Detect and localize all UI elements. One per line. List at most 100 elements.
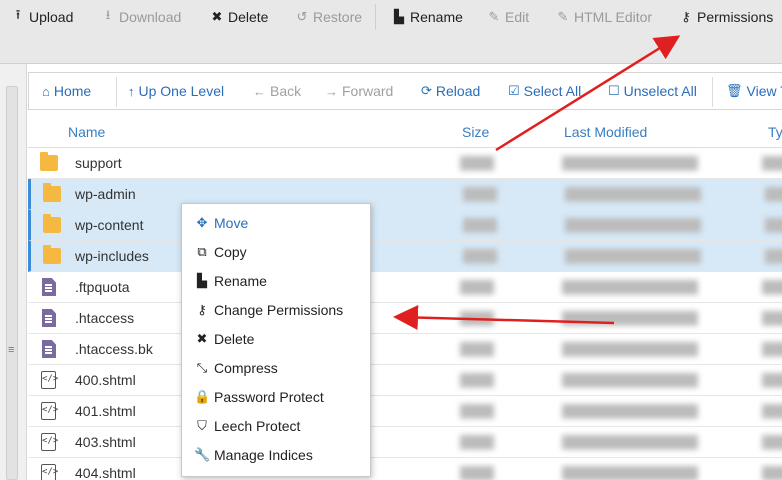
blurred-modified: ████████████████ <box>562 435 699 449</box>
file-name[interactable]: 400.shtml <box>75 372 136 388</box>
column-header-last-modified[interactable]: Last Modified <box>564 124 647 140</box>
close-icon: ✖ <box>211 9 223 24</box>
column-header-type[interactable]: Ty <box>768 124 782 140</box>
table-row[interactable]: .htaccess.bk███████████████████████ <box>28 334 782 365</box>
delete-button[interactable]: ✖ Delete <box>210 7 269 27</box>
view-trash-button[interactable]: 🗑View T <box>726 83 782 99</box>
blurred-type: ███ <box>762 404 782 418</box>
nav-divider <box>116 77 117 107</box>
context-menu-manage-indices[interactable]: 🔧 Manage Indices <box>194 444 313 466</box>
permissions-button[interactable]: ⚷ Permissions <box>679 7 773 27</box>
select-all-button[interactable]: ☑ Select All <box>508 83 581 99</box>
html-editor-button[interactable]: ✎ HTML Editor <box>556 7 653 27</box>
up-one-level-button[interactable]: ↑ Up One Level <box>128 83 224 99</box>
file-name[interactable]: wp-content <box>75 217 143 233</box>
context-menu-delete[interactable]: ✖ Delete <box>194 328 255 350</box>
table-row[interactable]: .htaccess███████████████████████ <box>28 303 782 334</box>
blurred-type: ███ <box>765 187 782 201</box>
blurred-size: ████ <box>460 311 495 325</box>
move-icon: ✥ <box>196 215 208 230</box>
code-file-icon: </> <box>41 464 58 480</box>
document-icon <box>42 278 56 296</box>
table-row[interactable]: </>403.shtml███████████████████████ <box>28 427 782 458</box>
folder-icon <box>43 183 61 202</box>
back-button[interactable]: ← Back <box>253 83 301 99</box>
upload-button[interactable]: ⭱ Upload <box>11 7 74 27</box>
download-button[interactable]: ⭳ Download <box>101 7 182 27</box>
home-button[interactable]: ⌂ Home <box>42 83 91 99</box>
checkbox-checked-icon: ☑ <box>508 83 520 98</box>
document-icon <box>42 309 56 327</box>
resize-grip-icon[interactable]: ≡ <box>8 344 14 356</box>
table-row[interactable]: wp-includes███████████████████████ <box>28 241 782 272</box>
toolbar-divider <box>375 4 376 30</box>
key-icon: ⚷ <box>681 9 691 24</box>
table-row[interactable]: wp-content███████████████████████ <box>28 210 782 241</box>
blurred-type: ███ <box>762 311 782 325</box>
blurred-size: ████ <box>460 342 495 356</box>
context-menu-rename[interactable]: ▙ Rename <box>194 270 267 292</box>
blurred-type: ███ <box>762 435 782 449</box>
refresh-icon: ⟳ <box>421 83 432 98</box>
file-table: Name Size Last Modified Ty support ████ ██… <box>28 116 782 480</box>
blurred-size: ████ <box>463 218 498 232</box>
column-header-size[interactable]: Size <box>462 124 489 140</box>
arrow-up-icon: ↑ <box>128 83 135 99</box>
context-menu-leech-protect[interactable]: ⛉ Leech Protect <box>194 415 300 437</box>
file-name[interactable]: 401.shtml <box>75 403 136 419</box>
unselect-all-button[interactable]: ☐ Unselect All <box>608 83 697 99</box>
file-name[interactable]: 403.shtml <box>75 434 136 450</box>
table-row[interactable]: </>400.shtml███████████████████████ <box>28 365 782 396</box>
checkbox-empty-icon: ☐ <box>608 83 620 98</box>
file-name[interactable]: 404.shtml <box>75 465 136 480</box>
folder-icon <box>43 214 61 233</box>
table-row[interactable]: support███████████████████████ <box>28 148 782 179</box>
file-name[interactable]: .ftpquota <box>75 279 130 295</box>
rename-button[interactable]: ▙ Rename <box>392 7 463 27</box>
wrench-icon: 🔧 <box>194 447 211 462</box>
document-icon <box>42 340 56 358</box>
table-header: Name Size Last Modified Ty <box>28 116 782 148</box>
blurred-type: ███ <box>762 342 782 356</box>
context-menu-change-permissions[interactable]: ⚷ Change Permissions <box>194 299 343 321</box>
table-row[interactable]: wp-admin███████████████████████ <box>28 179 782 210</box>
file-name[interactable]: .htaccess.bk <box>75 341 153 357</box>
blurred-type: ███ <box>762 280 782 294</box>
restore-button[interactable]: ↺ Restore <box>295 7 362 27</box>
trash-icon: 🗑 <box>726 83 743 98</box>
blurred-modified: ████████████████ <box>562 342 699 356</box>
blurred-size: ████ <box>460 466 495 480</box>
file-name[interactable]: wp-includes <box>75 248 149 264</box>
file-name[interactable]: wp-admin <box>75 186 136 202</box>
key-icon: ⚷ <box>197 302 207 317</box>
context-menu-move[interactable]: ✥ Move <box>194 212 249 234</box>
blurred-modified: ████████████████ <box>562 404 699 418</box>
table-row[interactable]: .ftpquota███████████████████████ <box>28 272 782 303</box>
scrollbar[interactable] <box>6 86 18 480</box>
edit-box-icon: ✎ <box>557 9 569 24</box>
table-row[interactable]: </>404.shtml███████████████████████ <box>28 458 782 480</box>
file-name[interactable]: support <box>75 155 122 171</box>
blurred-size: ████ <box>463 249 498 263</box>
file-manager-toolbar: ⭱ Upload ⭳ Download ✖ Delete ↺ Restore ▙ Rena… <box>0 0 782 64</box>
blurred-modified: ████████████████ <box>562 466 699 480</box>
navigation-bar: ⌂ Home ↑ Up One Level ← Back → Forward ⟳ Relo… <box>28 72 782 110</box>
table-row[interactable]: </>401.shtml███████████████████████ <box>28 396 782 427</box>
context-menu-copy[interactable]: ⧉ Copy <box>194 241 246 263</box>
compress-icon: ⤡ <box>196 360 208 375</box>
blurred-type: ███ <box>762 466 782 480</box>
context-menu-password-protect[interactable]: 🔒 Password Protect <box>194 386 324 408</box>
shield-icon: ⛉ <box>197 418 207 433</box>
context-menu-compress[interactable]: ⤡ Compress <box>194 357 278 379</box>
reload-button[interactable]: ⟳ Reload <box>421 83 480 99</box>
blurred-size: ████ <box>460 156 495 170</box>
blurred-type: ███ <box>762 156 782 170</box>
blurred-modified: ████████████████ <box>565 187 702 201</box>
edit-button[interactable]: ✎ Edit <box>487 7 530 27</box>
column-header-name[interactable]: Name <box>68 124 105 140</box>
pencil-icon: ✎ <box>488 9 500 24</box>
file-name[interactable]: .htaccess <box>75 310 134 326</box>
forward-button[interactable]: → Forward <box>325 83 393 99</box>
blurred-size: ████ <box>460 280 495 294</box>
blurred-size: ████ <box>460 435 495 449</box>
